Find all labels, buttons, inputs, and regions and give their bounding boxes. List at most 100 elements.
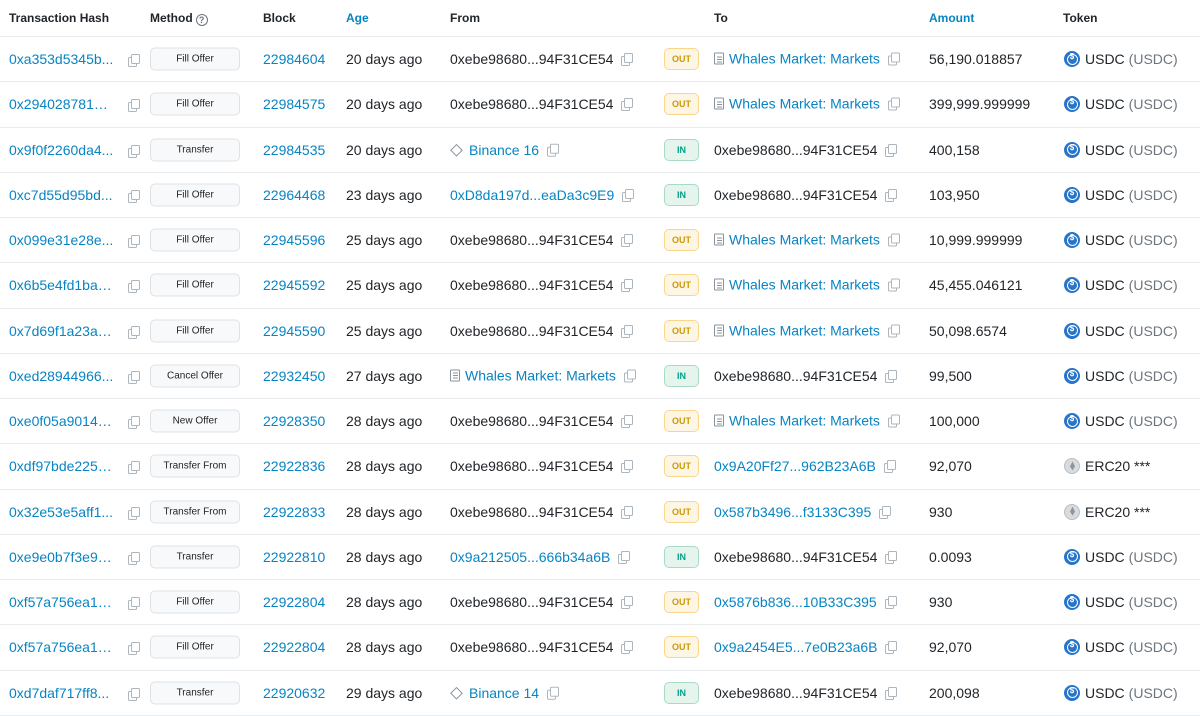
token-link[interactable]: USDC(USDC): [1064, 413, 1178, 430]
copy-icon[interactable]: [885, 369, 898, 383]
transaction-hash-link[interactable]: 0xe9e0b7f3e9e...: [9, 549, 115, 565]
block-link[interactable]: 22964468: [263, 187, 325, 203]
header-amount-toggle[interactable]: Amount: [929, 11, 974, 25]
address-text[interactable]: Whales Market: Markets: [729, 96, 880, 112]
copy-icon[interactable]: [623, 369, 636, 383]
copy-icon[interactable]: [621, 641, 634, 655]
address-text[interactable]: Whales Market: Markets: [729, 232, 880, 248]
token-link[interactable]: USDC(USDC): [1064, 322, 1178, 339]
token-link[interactable]: USDC(USDC): [1064, 684, 1178, 701]
copy-icon[interactable]: [128, 144, 140, 158]
copy-icon[interactable]: [128, 189, 140, 203]
copy-icon[interactable]: [547, 686, 560, 700]
address-text[interactable]: 0xD8da197d...eaDa3c9E9: [450, 187, 614, 203]
block-link[interactable]: 22922804: [263, 594, 325, 610]
block-link[interactable]: 22922810: [263, 549, 325, 565]
copy-icon[interactable]: [887, 414, 900, 428]
copy-icon[interactable]: [885, 686, 898, 700]
copy-icon[interactable]: [128, 416, 140, 430]
block-link[interactable]: 22945590: [263, 323, 325, 339]
copy-icon[interactable]: [883, 460, 896, 474]
transaction-hash-link[interactable]: 0xd7daf717ff8...: [9, 685, 115, 701]
copy-icon[interactable]: [128, 280, 140, 294]
address-text[interactable]: Whales Market: Markets: [729, 51, 880, 67]
copy-icon[interactable]: [128, 551, 140, 565]
transaction-hash-link[interactable]: 0xc7d55d95bd...: [9, 187, 115, 203]
token-link[interactable]: ERC20 ***: [1064, 503, 1154, 520]
copy-icon[interactable]: [128, 235, 140, 249]
address-text[interactable]: 0x9A20Ff27...962B23A6B: [714, 458, 876, 474]
block-link[interactable]: 22922833: [263, 504, 325, 520]
address-text[interactable]: 0x587b3496...f3133C395: [714, 504, 871, 520]
copy-icon[interactable]: [887, 52, 900, 66]
copy-icon[interactable]: [547, 143, 560, 157]
copy-icon[interactable]: [887, 233, 900, 247]
copy-icon[interactable]: [887, 324, 900, 338]
block-link[interactable]: 22922804: [263, 639, 325, 655]
copy-icon[interactable]: [885, 143, 898, 157]
token-link[interactable]: ERC20 ***: [1064, 458, 1154, 475]
block-link[interactable]: 22920632: [263, 685, 325, 701]
copy-icon[interactable]: [621, 279, 634, 293]
header-age-toggle[interactable]: Age: [346, 11, 369, 25]
address-text[interactable]: 0x5876b836...10B33C395: [714, 594, 877, 610]
copy-icon[interactable]: [621, 234, 634, 248]
transaction-hash-link[interactable]: 0xed28944966...: [9, 368, 115, 384]
copy-icon[interactable]: [885, 641, 898, 655]
copy-icon[interactable]: [621, 460, 634, 474]
copy-icon[interactable]: [879, 505, 892, 519]
copy-icon[interactable]: [128, 642, 140, 656]
copy-icon[interactable]: [885, 550, 898, 564]
transaction-hash-link[interactable]: 0x32e53e5aff1...: [9, 504, 115, 520]
copy-icon[interactable]: [128, 687, 140, 701]
token-link[interactable]: USDC(USDC): [1064, 141, 1178, 158]
transaction-hash-link[interactable]: 0xdf97bde2254...: [9, 458, 115, 474]
copy-icon[interactable]: [887, 278, 900, 292]
address-text[interactable]: Whales Market: Markets: [729, 277, 880, 293]
transaction-hash-link[interactable]: 0x9f0f2260da4...: [9, 142, 115, 158]
block-link[interactable]: 22984535: [263, 142, 325, 158]
copy-icon[interactable]: [622, 188, 635, 202]
block-link[interactable]: 22922836: [263, 458, 325, 474]
address-text[interactable]: 0x9a212505...666b34a6B: [450, 549, 610, 565]
copy-icon[interactable]: [618, 550, 631, 564]
copy-icon[interactable]: [128, 99, 140, 113]
copy-icon[interactable]: [885, 188, 898, 202]
copy-icon[interactable]: [884, 596, 897, 610]
block-link[interactable]: 22945592: [263, 277, 325, 293]
address-text[interactable]: Whales Market: Markets: [729, 322, 880, 338]
transaction-hash-link[interactable]: 0x099e31e28e...: [9, 232, 115, 248]
token-link[interactable]: USDC(USDC): [1064, 548, 1178, 565]
transaction-hash-link[interactable]: 0x7d69f1a23a5...: [9, 323, 115, 339]
copy-icon[interactable]: [887, 97, 900, 111]
copy-icon[interactable]: [128, 597, 140, 611]
copy-icon[interactable]: [621, 324, 634, 338]
transaction-hash-link[interactable]: 0xf57a756ea1d...: [9, 639, 115, 655]
address-text[interactable]: Binance 14: [469, 685, 539, 701]
token-link[interactable]: USDC(USDC): [1064, 367, 1178, 384]
transaction-hash-link[interactable]: 0xf57a756ea1d...: [9, 594, 115, 610]
address-text[interactable]: Binance 16: [469, 142, 539, 158]
token-link[interactable]: USDC(USDC): [1064, 594, 1178, 611]
copy-icon[interactable]: [621, 505, 634, 519]
copy-icon[interactable]: [621, 98, 634, 112]
block-link[interactable]: 22984575: [263, 96, 325, 112]
token-link[interactable]: USDC(USDC): [1064, 232, 1178, 249]
token-link[interactable]: USDC(USDC): [1064, 51, 1178, 68]
copy-icon[interactable]: [621, 53, 634, 67]
transaction-hash-link[interactable]: 0xe0f05a90144...: [9, 413, 115, 429]
copy-icon[interactable]: [128, 370, 140, 384]
transaction-hash-link[interactable]: 0xa353d5345b...: [9, 51, 115, 67]
block-link[interactable]: 22945596: [263, 232, 325, 248]
address-text[interactable]: 0x9a2454E5...7e0B23a6B: [714, 639, 877, 655]
address-text[interactable]: Whales Market: Markets: [465, 367, 616, 383]
block-link[interactable]: 22984604: [263, 51, 325, 67]
block-link[interactable]: 22932450: [263, 368, 325, 384]
token-link[interactable]: USDC(USDC): [1064, 186, 1178, 203]
copy-icon[interactable]: [621, 596, 634, 610]
transaction-hash-link[interactable]: 0x29402878159...: [9, 96, 115, 112]
transaction-hash-link[interactable]: 0x6b5e4fd1bae...: [9, 277, 115, 293]
block-link[interactable]: 22928350: [263, 413, 325, 429]
question-icon[interactable]: ?: [195, 14, 208, 26]
copy-icon[interactable]: [128, 325, 140, 339]
